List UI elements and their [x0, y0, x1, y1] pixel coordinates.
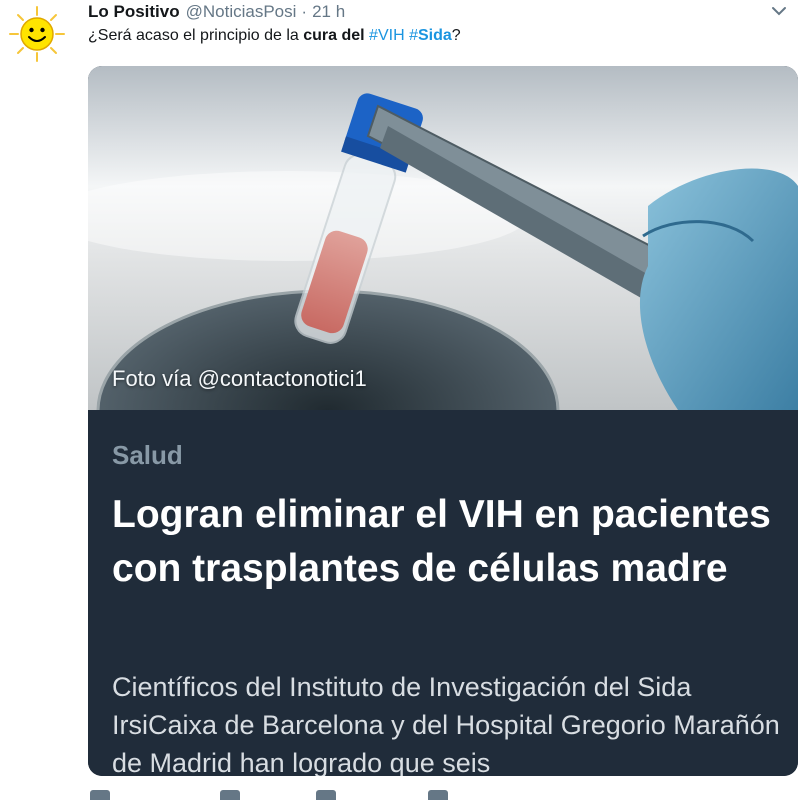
- tweet-header: Lo Positivo @NoticiasPosi · 21 h: [88, 2, 345, 24]
- card-title[interactable]: Logran eliminar el VIH en pacientes con …: [112, 488, 772, 596]
- author-name[interactable]: Lo Positivo: [88, 2, 180, 22]
- card-body: Salud Logran eliminar el VIH en paciente…: [88, 410, 798, 776]
- hashtag-word: Sida: [417, 27, 452, 44]
- card-category: Salud: [112, 440, 183, 470]
- tweet-text-bold: cura del: [303, 27, 365, 44]
- chevron-down-icon[interactable]: [770, 4, 788, 18]
- image-credit: Foto vía @contactonotici1: [112, 366, 367, 391]
- tweet-timestamp[interactable]: 21 h: [312, 2, 345, 22]
- like-icon[interactable]: [316, 790, 336, 800]
- card-description: Científicos del Instituto de Investigaci…: [112, 672, 780, 776]
- card-image[interactable]: [88, 66, 798, 410]
- hashtag-vih[interactable]: #VIH: [369, 27, 405, 44]
- reply-icon[interactable]: [90, 790, 110, 800]
- smiling-sun-icon[interactable]: [6, 3, 68, 65]
- tweet-text-suffix: ?: [451, 27, 461, 44]
- tweet-text: ¿Será acaso el principio de la cura del …: [88, 27, 461, 45]
- hashtag-symbol: #: [409, 27, 418, 44]
- tweet-text-prefix: ¿Será acaso el principio de la: [88, 27, 304, 44]
- separator-dot: ·: [301, 2, 308, 21]
- author-handle[interactable]: @NoticiasPosi: [186, 2, 297, 22]
- hashtag-sida[interactable]: #Sida: [409, 27, 452, 44]
- link-card[interactable]: Foto vía @contactonotici1 Salud Logran e…: [88, 66, 798, 776]
- retweet-icon[interactable]: [220, 790, 240, 800]
- share-icon[interactable]: [428, 790, 448, 800]
- tweet-actions: [88, 790, 688, 800]
